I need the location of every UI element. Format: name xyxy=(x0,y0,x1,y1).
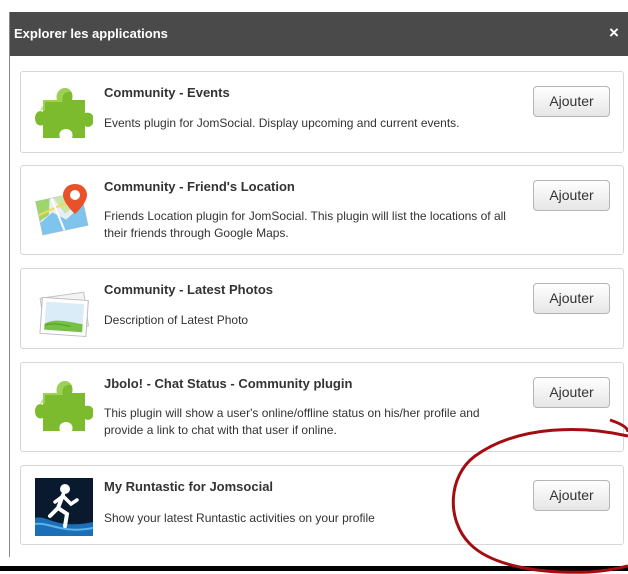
puzzle-icon xyxy=(35,88,93,138)
add-app-button[interactable]: Ajouter xyxy=(533,283,610,314)
dialog-title: Explorer les applications xyxy=(14,26,168,41)
add-app-button[interactable]: Ajouter xyxy=(533,377,610,408)
app-description: Friends Location plugin for JomSocial. T… xyxy=(104,209,506,240)
add-app-button[interactable]: Ajouter xyxy=(533,180,610,211)
app-title: My Runtastic for Jomsocial xyxy=(104,479,274,494)
puzzle-icon xyxy=(35,381,93,431)
photos-icon xyxy=(39,291,90,338)
app-title: Community - Friend's Location xyxy=(104,179,295,194)
map-pin-icon xyxy=(35,184,89,236)
app-card-runtastic: My Runtastic for Jomsocial Show your lat… xyxy=(20,465,624,545)
bottom-border-line xyxy=(0,566,628,571)
app-card-events: Community - Events Events plugin for Jom… xyxy=(20,71,624,153)
app-title: Community - Latest Photos xyxy=(104,282,274,297)
app-title: Jbolo! - Chat Status - Community plugin xyxy=(104,376,353,391)
close-button[interactable]: × xyxy=(605,22,623,44)
app-description: This plugin will show a user's online/of… xyxy=(104,406,480,437)
app-description: Events plugin for JomSocial. Display upc… xyxy=(104,116,460,130)
add-app-button[interactable]: Ajouter xyxy=(533,86,610,117)
runner-icon xyxy=(35,478,93,536)
app-card-friends-location: Community - Friend's Location Friends Lo… xyxy=(20,165,624,255)
app-description: Show your latest Runtastic activities on… xyxy=(104,511,375,525)
app-card-jbolo-chat-status: Jbolo! - Chat Status - Community plugin … xyxy=(20,362,624,452)
dialog-titlebar: Explorer les applications × xyxy=(10,12,628,56)
app-title: Community - Events xyxy=(104,85,230,100)
screenshot-page: Explorer les applications × Community - … xyxy=(0,0,628,574)
add-app-button[interactable]: Ajouter xyxy=(533,480,610,511)
app-card-latest-photos: Community - Latest Photos Description of… xyxy=(20,268,624,349)
app-description: Description of Latest Photo xyxy=(104,313,249,327)
explore-apps-dialog: Explorer les applications × Community - … xyxy=(9,12,628,557)
